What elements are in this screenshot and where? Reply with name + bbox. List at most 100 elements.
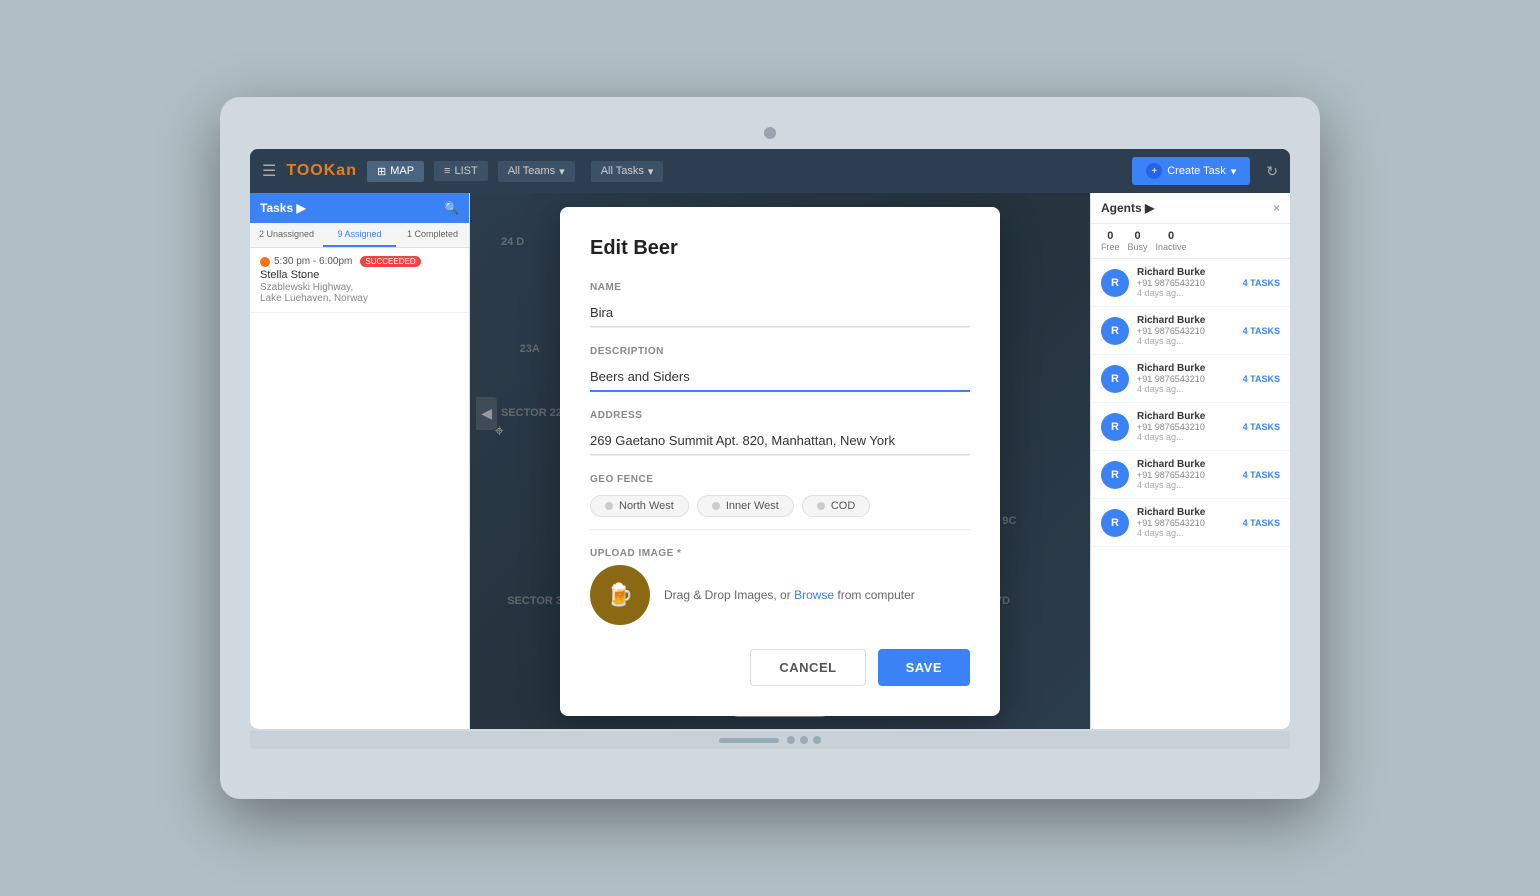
cancel-button[interactable]: CANCEL <box>750 649 865 686</box>
description-field-group: DESCRIPTION <box>590 346 970 392</box>
description-label: DESCRIPTION <box>590 346 970 357</box>
geo-fence-label: GEO FENCE <box>590 474 970 485</box>
agent-info: Richard Burke +91 9876543210 4 days ag..… <box>1137 459 1235 490</box>
geo-chip-label: COD <box>831 500 855 512</box>
geo-chip-cod[interactable]: COD <box>802 495 870 517</box>
browse-link[interactable]: Browse <box>794 588 834 602</box>
app-logo: TOOKan <box>286 162 357 180</box>
search-icon[interactable]: 🔍 <box>444 201 459 215</box>
agents-title: Agents ▶ <box>1101 201 1154 215</box>
name-label: NAME <box>590 282 970 293</box>
list-item[interactable]: R Richard Burke +91 9876543210 4 days ag… <box>1091 403 1290 451</box>
upload-preview: 🍺 <box>590 565 650 625</box>
refresh-icon[interactable]: ↻ <box>1266 163 1278 180</box>
modal-overlay: Edit Beer NAME DESCRIPTION <box>470 193 1090 729</box>
tab-assigned[interactable]: 9 Assigned <box>323 223 396 247</box>
agent-phone: +91 9876543210 <box>1137 518 1235 528</box>
list-item[interactable]: R Richard Burke +91 9876543210 4 days ag… <box>1091 307 1290 355</box>
agents-stats: 0 Free 0 Busy 0 Inactive <box>1091 224 1290 259</box>
modal-title: Edit Beer <box>590 237 970 260</box>
name-field-group: NAME <box>590 282 970 328</box>
geo-chip-label: Inner West <box>726 500 779 512</box>
geo-chip-northwest[interactable]: North West <box>590 495 689 517</box>
description-input[interactable] <box>590 363 970 392</box>
geo-fence-group: GEO FENCE North West Inner West <box>590 474 970 530</box>
agent-name: Richard Burke <box>1137 507 1235 518</box>
geo-chip-dot <box>605 502 613 510</box>
hamburger-icon[interactable]: ☰ <box>262 161 276 181</box>
map-label: MAP <box>390 165 414 177</box>
map-view-button[interactable]: ⊞ MAP <box>367 161 424 182</box>
stat-busy-label: Busy <box>1128 242 1148 252</box>
address-field-group: ADDRESS <box>590 410 970 456</box>
agent-info: Richard Burke +91 9876543210 4 days ag..… <box>1137 315 1235 346</box>
agent-avatar: R <box>1101 317 1129 345</box>
agent-name: Richard Burke <box>1137 363 1235 374</box>
geo-chip-label: North West <box>619 500 674 512</box>
agent-phone: +91 9876543210 <box>1137 422 1235 432</box>
agent-phone: +91 9876543210 <box>1137 470 1235 480</box>
tasks-tabs: 2 Unassigned 9 Assigned 1 Completed <box>250 223 469 248</box>
laptop-screen: ☰ TOOKan ⊞ MAP ≡ LIST All Teams ▾ All T <box>250 149 1290 729</box>
agent-info: Richard Burke +91 9876543210 4 days ag..… <box>1137 267 1235 298</box>
agent-info: Richard Burke +91 9876543210 4 days ag..… <box>1137 507 1235 538</box>
geo-chip-innerwest[interactable]: Inner West <box>697 495 794 517</box>
agent-avatar: R <box>1101 461 1129 489</box>
list-item[interactable]: R Richard Burke +91 9876543210 4 days ag… <box>1091 451 1290 499</box>
agent-sub: 4 days ag... <box>1137 288 1235 298</box>
close-icon[interactable]: × <box>1273 201 1280 215</box>
agent-name: Richard Burke <box>1137 411 1235 422</box>
list-view-button[interactable]: ≡ LIST <box>434 161 488 181</box>
all-teams-dropdown[interactable]: All Teams ▾ <box>498 161 575 182</box>
task-address: Szablewski Highway, Lake Luehaven, Norwa… <box>260 282 459 304</box>
upload-drag-text: Drag & Drop Images, or <box>664 588 794 602</box>
stat-free-label: Free <box>1101 242 1120 252</box>
tab-unassigned[interactable]: 2 Unassigned <box>250 223 323 247</box>
task-time: 5:30 pm - 6:00pm <box>274 256 352 267</box>
upload-instructions: Drag & Drop Images, or Browse from compu… <box>664 588 915 602</box>
upload-label: UPLOAD IMAGE * <box>590 548 970 559</box>
tab-completed[interactable]: 1 Completed <box>396 223 469 247</box>
top-nav: ☰ TOOKan ⊞ MAP ≡ LIST All Teams ▾ All T <box>250 149 1290 193</box>
address-input[interactable] <box>590 427 970 455</box>
agent-phone: +91 9876543210 <box>1137 326 1235 336</box>
agent-name: Richard Burke <box>1137 267 1235 278</box>
create-task-button[interactable]: + Create Task ▾ <box>1132 157 1250 185</box>
chevron-down-icon: ▾ <box>648 165 654 178</box>
app-container: ☰ TOOKan ⊞ MAP ≡ LIST All Teams ▾ All T <box>250 149 1290 729</box>
agent-info: Richard Burke +91 9876543210 4 days ag..… <box>1137 363 1235 394</box>
task-name: Stella Stone <box>260 269 459 281</box>
laptop-frame: ☰ TOOKan ⊞ MAP ≡ LIST All Teams ▾ All T <box>220 97 1320 799</box>
agent-tasks: 4 TASKS <box>1243 374 1280 384</box>
agent-name: Richard Burke <box>1137 459 1235 470</box>
agent-tasks: 4 TASKS <box>1243 518 1280 528</box>
list-icon: ≡ <box>444 165 450 177</box>
main-area: Tasks ▶ 🔍 2 Unassigned 9 Assigned 1 Comp… <box>250 193 1290 729</box>
agent-phone: +91 9876543210 <box>1137 278 1235 288</box>
agent-tasks: 4 TASKS <box>1243 470 1280 480</box>
all-tasks-dropdown[interactable]: All Tasks ▾ <box>591 161 664 182</box>
create-task-label: Create Task <box>1167 165 1226 177</box>
list-item[interactable]: R Richard Burke +91 9876543210 4 days ag… <box>1091 259 1290 307</box>
status-badge: SUCCEEDED <box>360 256 420 267</box>
chevron-down-icon: ▾ <box>559 165 565 178</box>
agent-tasks: 4 TASKS <box>1243 326 1280 336</box>
list-item[interactable]: R Richard Burke +91 9876543210 4 days ag… <box>1091 499 1290 547</box>
agents-panel: Agents ▶ × 0 Free 0 Busy <box>1090 193 1290 729</box>
all-teams-label: All Teams <box>508 165 555 177</box>
agent-avatar: R <box>1101 413 1129 441</box>
name-input[interactable] <box>590 299 970 327</box>
list-item[interactable]: R Richard Burke +91 9876543210 4 days ag… <box>1091 355 1290 403</box>
list-label: LIST <box>454 165 477 177</box>
agent-avatar: R <box>1101 269 1129 297</box>
agents-header: Agents ▶ × <box>1091 193 1290 224</box>
chevron-down-icon: ▾ <box>1231 165 1237 178</box>
list-item[interactable]: 5:30 pm - 6:00pm SUCCEEDED Stella Stone … <box>250 248 469 313</box>
agent-name: Richard Burke <box>1137 315 1235 326</box>
save-button[interactable]: SAVE <box>878 649 970 686</box>
stat-busy-value: 0 <box>1128 230 1148 242</box>
logo-text: TOOK <box>286 162 336 179</box>
upload-suffix: from computer <box>834 588 915 602</box>
agent-sub: 4 days ag... <box>1137 432 1235 442</box>
agent-tasks: 4 TASKS <box>1243 278 1280 288</box>
